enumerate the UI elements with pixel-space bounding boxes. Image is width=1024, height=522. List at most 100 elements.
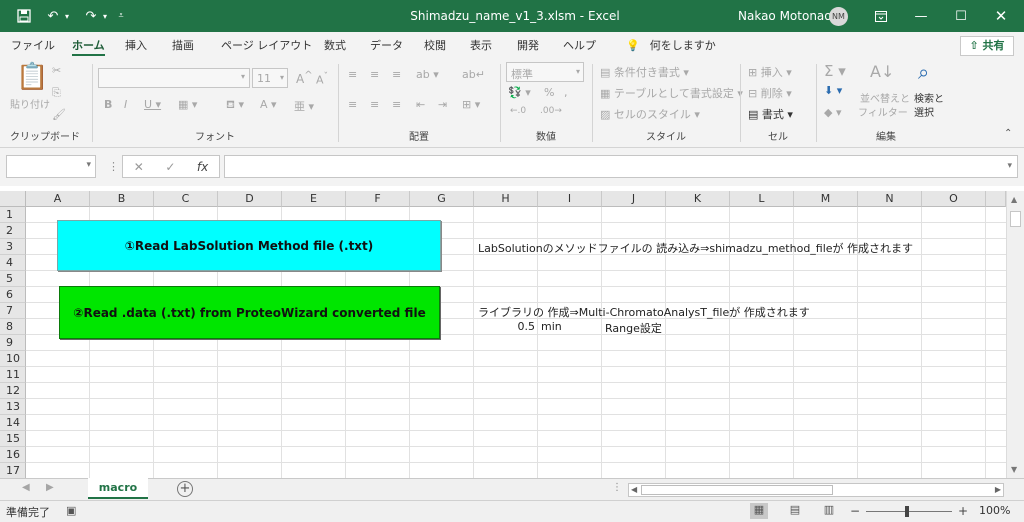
decrease-indent-icon[interactable]: ⇤ — [416, 98, 425, 111]
tab-home[interactable]: ホーム — [72, 36, 105, 56]
align-top-icon[interactable]: ≡ — [348, 68, 357, 81]
cell-h8[interactable]: 0.5 — [474, 320, 536, 333]
zoom-in-icon[interactable]: + — [958, 504, 968, 518]
cell-h3[interactable]: LabSolutionのメソッドファイルの 読み込み⇒shimadzu_meth… — [478, 240, 913, 256]
align-middle-icon[interactable]: ≡ — [370, 68, 379, 81]
page-layout-view-icon[interactable]: ▤ — [786, 503, 804, 519]
add-sheet-icon[interactable]: + — [177, 481, 193, 497]
maximize-icon[interactable]: ☐ — [942, 0, 980, 32]
align-left-icon[interactable]: ≡ — [348, 98, 357, 111]
number-format-box[interactable]: 標準 ▾ — [506, 62, 584, 82]
tab-page-layout[interactable]: ページ レイアウト — [221, 36, 312, 56]
zoom-level[interactable]: 100% — [979, 504, 1010, 517]
border-icon[interactable]: ▦ ▾ — [178, 98, 197, 111]
search-icon[interactable]: ⌕ — [918, 60, 929, 84]
row-header[interactable]: 15 — [0, 431, 26, 447]
zoom-slider[interactable] — [866, 511, 952, 512]
col-header-f[interactable]: F — [346, 191, 410, 207]
italic-icon[interactable]: I — [124, 98, 127, 111]
select-all-corner[interactable] — [0, 191, 26, 207]
cut-icon[interactable]: ✂ — [52, 64, 61, 77]
sort-filter-icon[interactable]: A↓ — [870, 62, 894, 81]
row-header[interactable]: 17 — [0, 463, 26, 478]
align-bottom-icon[interactable]: ≡ — [392, 68, 401, 81]
tab-data[interactable]: データ — [370, 36, 403, 56]
cell-i8[interactable]: min — [541, 320, 562, 333]
row-header[interactable]: 6 — [0, 287, 26, 303]
row-header[interactable]: 16 — [0, 447, 26, 463]
align-right-icon[interactable]: ≡ — [392, 98, 401, 111]
more-options-icon[interactable]: ⋮ — [108, 160, 119, 173]
col-header-l[interactable]: L — [730, 191, 794, 207]
cell-j8[interactable]: Range設定 — [605, 320, 662, 336]
row-header[interactable]: 11 — [0, 367, 26, 383]
align-center-icon[interactable]: ≡ — [370, 98, 379, 111]
delete-cells-button[interactable]: ⊟ 削除 ▾ — [748, 85, 792, 101]
col-header-p[interactable] — [986, 191, 1006, 207]
copy-icon[interactable]: ⎘ — [52, 86, 61, 100]
col-header-h[interactable]: H — [474, 191, 538, 207]
name-box[interactable]: ▾ — [6, 155, 96, 178]
user-name[interactable]: Nakao Motonao — [738, 0, 832, 32]
normal-view-icon[interactable]: ▦ — [750, 503, 768, 519]
scroll-left-icon[interactable]: ◀ — [631, 485, 637, 494]
tell-me-box[interactable]: 💡 何をしますか — [626, 36, 716, 56]
font-size-box[interactable]: 11 ▾ — [252, 68, 288, 88]
tab-file[interactable]: ファイル — [11, 36, 55, 56]
cancel-icon[interactable]: ✕ — [134, 160, 144, 174]
scroll-down-icon[interactable]: ▼ — [1011, 465, 1017, 474]
avatar[interactable]: NM — [829, 7, 848, 26]
wrap-text-icon[interactable]: ab↵ — [462, 68, 485, 81]
prev-sheet-icon[interactable]: ◀ — [22, 482, 30, 493]
col-header-j[interactable]: J — [602, 191, 666, 207]
col-header-d[interactable]: D — [218, 191, 282, 207]
undo-icon[interactable]: ↶ — [42, 0, 64, 32]
autosum-icon[interactable]: Σ ▾ — [824, 62, 846, 80]
read-data-file-button[interactable]: ②Read .data (.txt) from ProteoWizard con… — [59, 286, 440, 339]
customize-toolbar-icon[interactable]: ⩡ — [114, 0, 128, 32]
undo-dropdown-icon[interactable]: ▾ — [62, 0, 72, 32]
formula-input[interactable]: ▾ — [224, 155, 1018, 178]
paste-label[interactable]: 貼り付け — [10, 96, 50, 111]
percent-icon[interactable]: % — [544, 86, 554, 99]
decrease-decimal-icon[interactable]: .00→ — [540, 106, 562, 116]
col-header-k[interactable]: K — [666, 191, 730, 207]
fill-icon[interactable]: ⬇ ▾ — [824, 84, 842, 97]
sheet-tab-macro[interactable]: macro — [88, 478, 148, 499]
paste-icon[interactable]: 📋 — [16, 62, 48, 92]
find-select-label[interactable]: 検索と — [914, 90, 944, 105]
tab-help[interactable]: ヘルプ — [563, 36, 596, 56]
ribbon-display-icon[interactable] — [862, 0, 900, 32]
currency-icon[interactable]: 💱 ▾ — [508, 86, 531, 99]
row-header[interactable]: 2 — [0, 223, 26, 239]
row-header[interactable]: 1 — [0, 207, 26, 223]
col-header-g[interactable]: G — [410, 191, 474, 207]
col-header-b[interactable]: B — [90, 191, 154, 207]
page-break-view-icon[interactable]: ▥ — [820, 503, 838, 519]
row-header[interactable]: 5 — [0, 271, 26, 287]
row-header[interactable]: 13 — [0, 399, 26, 415]
increase-decimal-icon[interactable]: ←.0 — [510, 106, 526, 116]
row-header[interactable]: 14 — [0, 415, 26, 431]
format-as-table-button[interactable]: ▦ テーブルとして書式設定 ▾ — [600, 85, 743, 101]
col-header-n[interactable]: N — [858, 191, 922, 207]
sort-filter-label[interactable]: 並べ替えと — [860, 90, 910, 105]
zoom-out-icon[interactable]: − — [850, 504, 860, 518]
zoom-slider-thumb[interactable] — [905, 506, 909, 517]
row-header[interactable]: 10 — [0, 351, 26, 367]
save-icon[interactable] — [12, 0, 36, 32]
row-header[interactable]: 8 — [0, 319, 26, 335]
tab-review[interactable]: 校閲 — [424, 36, 446, 56]
row-header[interactable]: 3 — [0, 239, 26, 255]
tab-formulas[interactable]: 数式 — [324, 36, 346, 56]
collapse-ribbon-icon[interactable]: ⌃ — [1004, 128, 1012, 139]
redo-dropdown-icon[interactable]: ▾ — [100, 0, 110, 32]
minimize-icon[interactable]: — — [902, 0, 940, 32]
find-select-label-2[interactable]: 選択 — [914, 104, 934, 119]
font-name-box[interactable]: ▾ — [98, 68, 250, 88]
redo-icon[interactable]: ↷ — [80, 0, 102, 32]
tab-insert[interactable]: 挿入 — [125, 36, 147, 56]
more-options-icon[interactable]: ⋮ — [612, 482, 622, 493]
sort-filter-label-2[interactable]: フィルター — [858, 104, 908, 119]
vertical-scrollbar[interactable]: ▲ ▼ — [1006, 191, 1024, 478]
